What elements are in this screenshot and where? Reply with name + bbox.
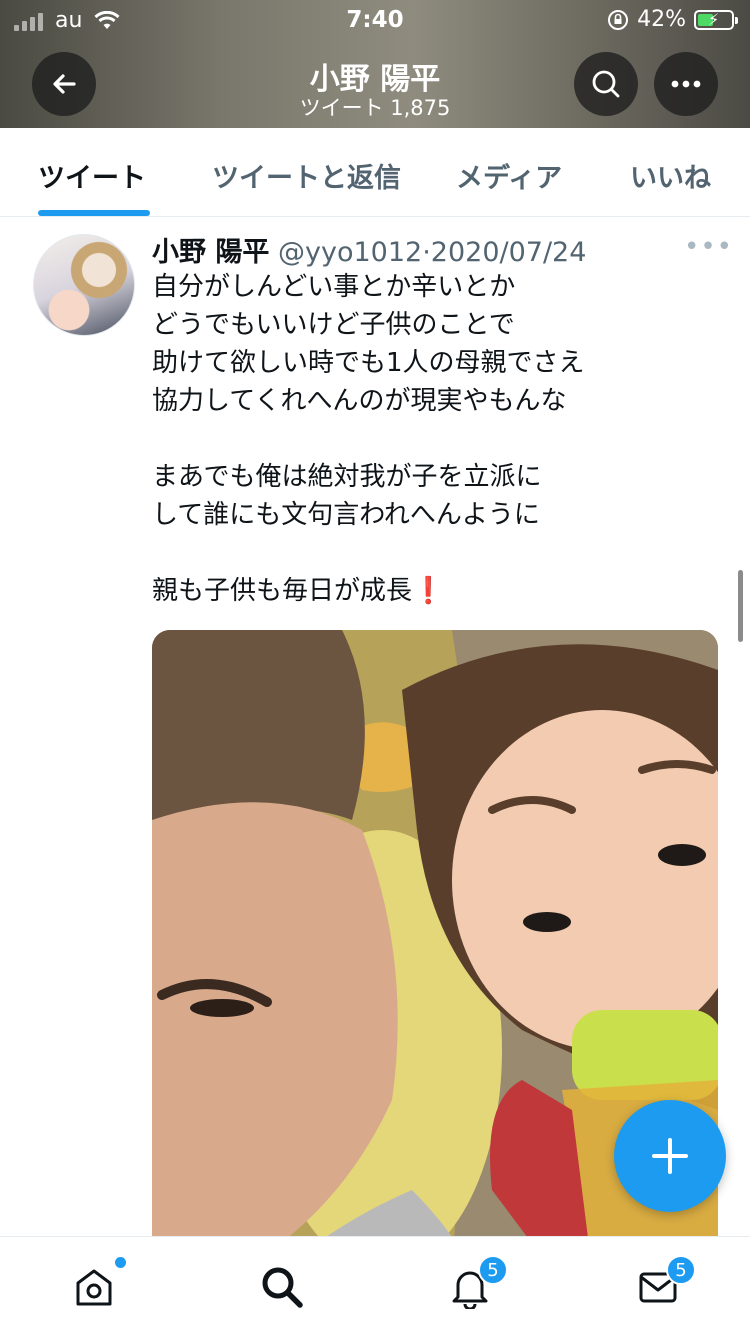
tab-tweets[interactable]: ツイート [38,156,146,195]
tab-media[interactable]: メディア [456,156,562,195]
tweet-line: 自分がしんどい事とか辛いとか [152,272,516,302]
scrollbar[interactable] [738,570,743,642]
separator-dot: · [422,237,431,268]
profile-tabs: ツイート ツイートと返信 メディア いいね [0,128,750,217]
tweet-line: 助けて欲しい時でも1人の母親でさえ [152,348,585,378]
tweet-line: 親も子供も毎日が成長❗️ [152,576,445,606]
plus-icon [652,1138,688,1174]
tweet-line: どうでもいいけど子供のことで [152,310,515,340]
nav-home[interactable] [66,1257,126,1315]
search-button[interactable] [574,52,638,116]
author-handle[interactable]: @yyo1012 [278,237,422,268]
battery-icon: ⚡ [694,9,738,30]
messages-badge: 5 [666,1255,696,1285]
home-unread-dot [115,1257,126,1268]
tweet-line: まあでも俺は絶対我が子を立派に [152,462,542,492]
tab-tweets-and-replies[interactable]: ツイートと返信 [212,156,401,195]
search-icon [262,1267,303,1308]
tweet-more-button[interactable]: ••• [684,232,733,262]
nav-messages[interactable]: 5 [630,1255,696,1315]
battery-percent: 42% [637,7,686,32]
compose-tweet-button[interactable] [614,1100,726,1212]
orientation-lock-icon [608,9,629,30]
active-tab-indicator [38,210,150,216]
tweet-count: ツイート 1,875 [299,96,451,120]
profile-banner: au 7:40 42% ⚡ 小野 陽平 ツイート 1,875 [0,0,750,128]
tweet-text: 自分がしんどい事とか辛いとか どうでもいいけど子供のことで 助けて欲しい時でも1… [152,268,712,610]
status-bar: au 7:40 42% ⚡ [0,0,750,40]
tab-likes[interactable]: いいね [630,156,711,195]
bottom-nav: 5 5 [0,1236,750,1335]
nav-notifications[interactable]: 5 [442,1255,508,1315]
tweet-date[interactable]: 2020/07/24 [431,237,587,268]
more-button[interactable] [654,52,718,116]
home-icon [76,1269,112,1306]
author-name[interactable]: 小野 陽平 [152,237,269,268]
tweet-line: 協力してくれへんのが現実やもんな [152,386,567,416]
tweet-line: して誰にも文句言われへんように [152,500,540,530]
notifications-badge: 5 [478,1255,508,1285]
search-icon [592,70,620,98]
tweet-header: 小野 陽平 @yyo1012·2020/07/24 [152,230,586,269]
avatar[interactable] [33,234,135,336]
nav-search[interactable] [254,1259,310,1315]
more-icon [671,80,701,88]
